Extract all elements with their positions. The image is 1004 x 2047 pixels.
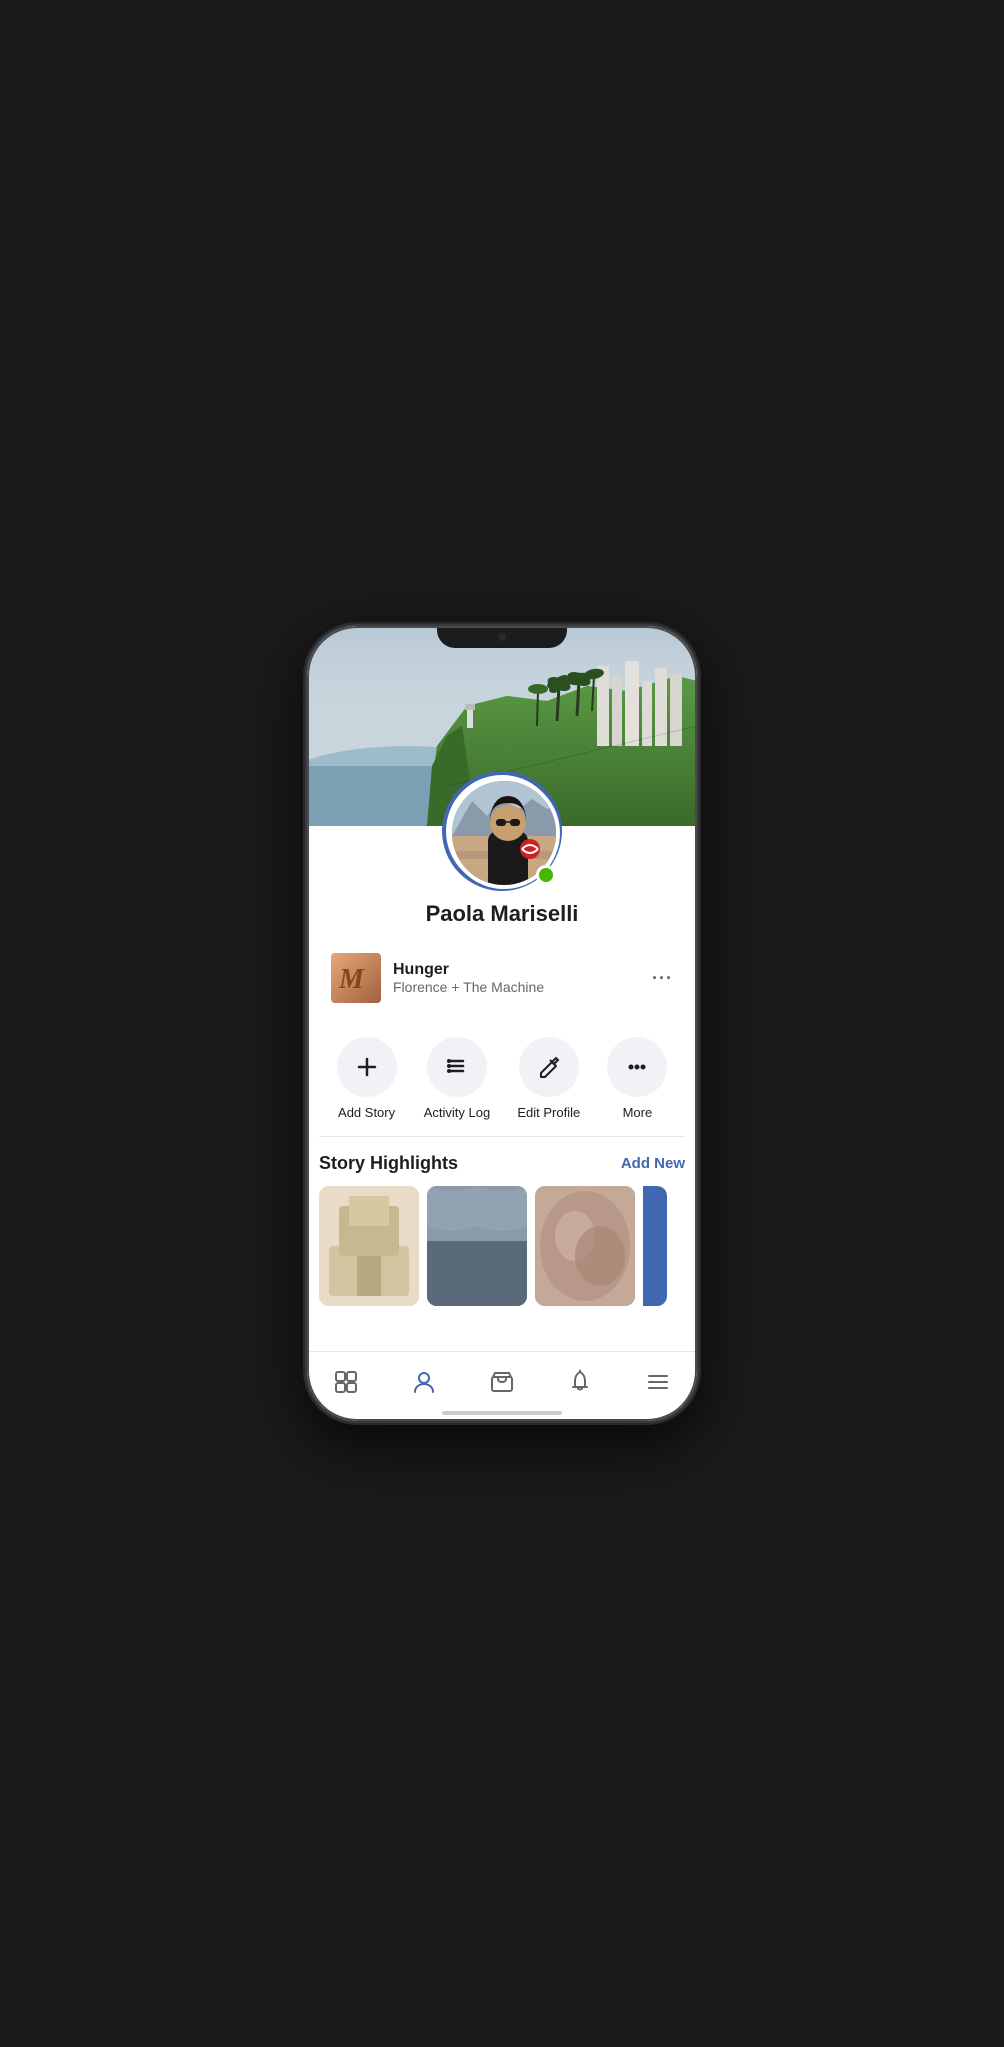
music-title: Hunger [393, 961, 640, 979]
more-icon-circle [607, 1037, 667, 1097]
music-artist: Florence + The Machine [393, 979, 640, 995]
music-thumbnail: M [331, 953, 381, 1003]
nav-notifications[interactable] [555, 1363, 605, 1401]
menu-icon [645, 1369, 671, 1395]
phone-screen: 2:04 PM ‹ Paola Mariselli [307, 626, 697, 1421]
activity-log-button[interactable]: Activity Log [424, 1037, 490, 1120]
activity-log-icon-circle [427, 1037, 487, 1097]
news-feed-icon [333, 1369, 359, 1395]
highlight-item-2[interactable] [427, 1186, 527, 1306]
online-indicator [536, 865, 556, 885]
edit-profile-button[interactable]: Edit Profile [517, 1037, 580, 1120]
bell-icon [567, 1369, 593, 1395]
marketplace-icon [489, 1369, 515, 1395]
home-indicator [442, 1411, 562, 1415]
add-new-button[interactable]: Add New [621, 1155, 685, 1172]
avatar-container [307, 771, 697, 891]
more-button[interactable]: More [607, 1037, 667, 1120]
highlights-title: Story Highlights [319, 1153, 458, 1174]
action-buttons: Add Story [307, 1029, 697, 1136]
camera [498, 633, 506, 641]
more-label: More [623, 1105, 653, 1120]
nav-profile[interactable] [399, 1363, 449, 1401]
add-story-label: Add Story [338, 1105, 395, 1120]
highlight-item-4[interactable] [643, 1186, 667, 1306]
edit-profile-icon-circle [519, 1037, 579, 1097]
profile-icon [411, 1369, 437, 1395]
add-story-icon-circle [337, 1037, 397, 1097]
activity-log-label: Activity Log [424, 1105, 490, 1120]
highlight-item-1[interactable] [319, 1186, 419, 1306]
notch [437, 626, 567, 648]
profile-name: Paola Mariselli [307, 901, 697, 927]
highlights-header: Story Highlights Add New [319, 1153, 685, 1174]
add-story-button[interactable]: Add Story [337, 1037, 397, 1120]
nav-marketplace[interactable] [477, 1363, 527, 1401]
nav-menu[interactable] [633, 1363, 683, 1401]
svg-text:M: M [338, 964, 365, 995]
highlight-item-3[interactable] [535, 1186, 635, 1306]
profile-section: Paola Mariselli M [307, 771, 697, 1324]
music-card: M Hunger Florence + The Machine [319, 943, 685, 1013]
nav-news-feed[interactable] [321, 1363, 371, 1401]
scroll-content: Paola Mariselli M [307, 626, 697, 1351]
phone-frame: 2:04 PM ‹ Paola Mariselli [307, 626, 697, 1421]
highlights-section: Story Highlights Add New [307, 1137, 697, 1314]
music-info: Hunger Florence + The Machine [393, 961, 640, 995]
edit-profile-label: Edit Profile [517, 1105, 580, 1120]
music-more-button[interactable]: ··· [652, 968, 673, 989]
highlights-row [319, 1186, 685, 1306]
